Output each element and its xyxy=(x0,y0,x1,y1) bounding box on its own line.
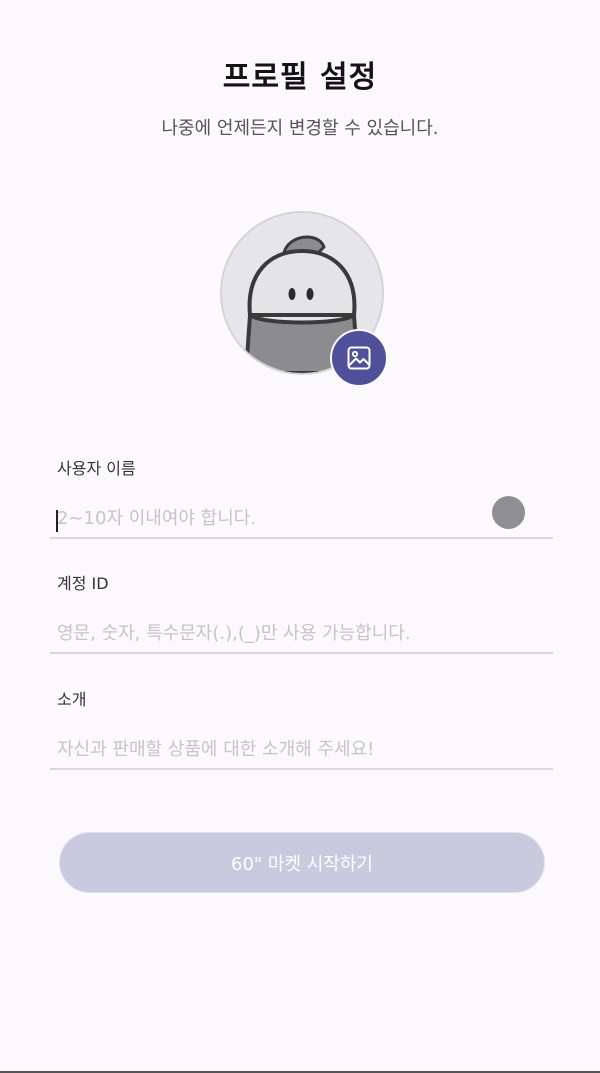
username-label: 사용자 이름 xyxy=(57,459,136,478)
account-id-input[interactable] xyxy=(50,614,553,654)
image-icon xyxy=(347,346,371,370)
intro-input[interactable] xyxy=(50,730,553,770)
intro-label: 소개 xyxy=(57,690,87,709)
start-market-button[interactable]: 60" 마켓 시작하기 xyxy=(59,832,545,893)
profile-setup-screen: 프로필 설정 나중에 언제든지 변경할 수 있습니다. 사용자 이름 2~10자… xyxy=(0,0,600,1073)
page-title: 프로필 설정 xyxy=(222,60,378,95)
page-subtitle: 나중에 언제든지 변경할 수 있습니다. xyxy=(161,118,439,139)
change-photo-button[interactable] xyxy=(330,329,388,387)
text-cursor xyxy=(56,510,58,532)
avatar-container xyxy=(220,211,388,387)
account-id-label: 계정 ID xyxy=(57,574,109,593)
username-input[interactable] xyxy=(50,499,553,539)
touch-indicator xyxy=(492,496,525,529)
